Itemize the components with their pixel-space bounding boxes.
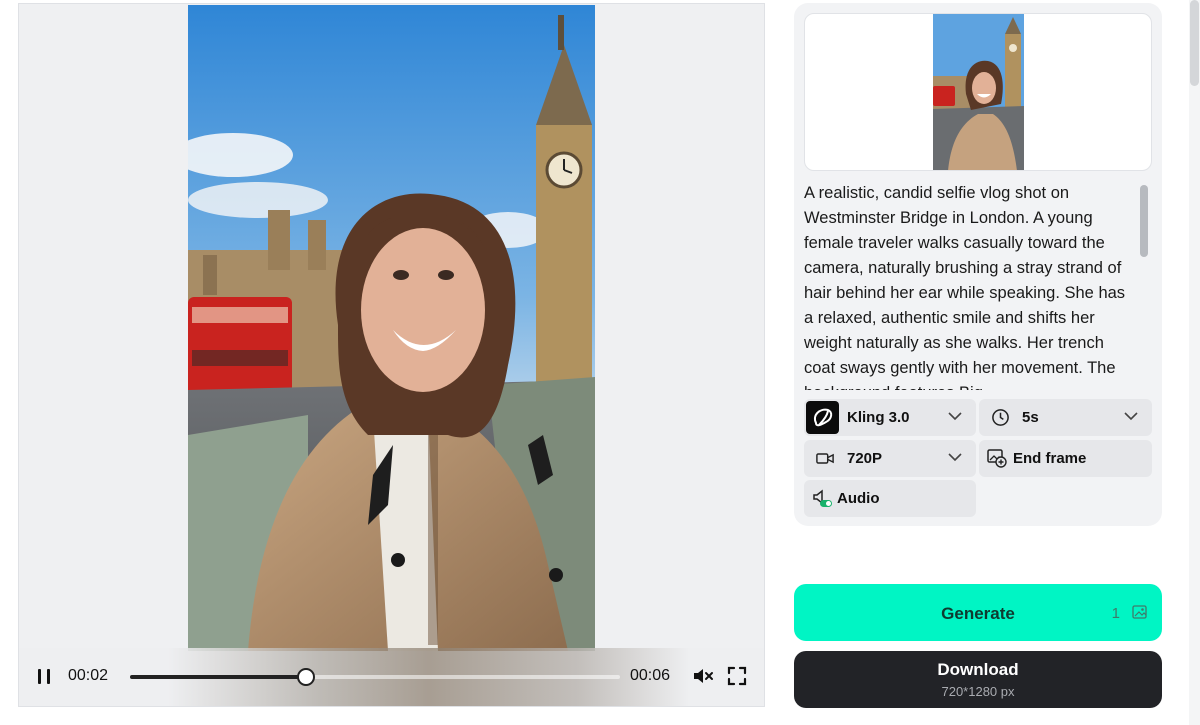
end-frame-label: End frame (1013, 450, 1087, 467)
prompt-scrollbar[interactable] (1140, 185, 1148, 390)
download-button[interactable]: Download 720*1280 px (794, 651, 1162, 708)
video-camera-icon (816, 453, 834, 464)
resolution-label: 720P (847, 450, 883, 467)
video-player[interactable]: 00:02 00:06 (18, 3, 765, 707)
model-select[interactable]: Kling 3.0 (804, 399, 976, 436)
end-frame-button[interactable]: End frame (979, 440, 1152, 477)
duration-time: 00:06 (630, 667, 671, 684)
reference-image-thumbnail[interactable] (933, 14, 1024, 171)
kling-logo-icon (806, 401, 839, 434)
clock-icon (992, 409, 1009, 426)
generate-button[interactable]: Generate 1 (794, 584, 1162, 641)
download-label: Download (937, 660, 1019, 679)
video-frame[interactable] (188, 5, 595, 651)
chevron-down-icon (1124, 412, 1138, 421)
pause-icon[interactable] (35, 668, 53, 686)
image-add-icon (987, 449, 1007, 468)
progress-thumb[interactable] (297, 668, 316, 686)
prompt-textarea[interactable]: A realistic, candid selfie vlog shot on … (804, 181, 1150, 390)
prompt-text[interactable]: A realistic, candid selfie vlog shot on … (804, 181, 1130, 390)
chevron-down-icon (948, 453, 962, 462)
current-time: 00:02 (68, 667, 109, 684)
page-scrollbar[interactable] (1189, 0, 1200, 725)
audio-toggle-icon (813, 489, 832, 507)
reference-image-card[interactable] (804, 13, 1152, 171)
download-size: 720*1280 px (941, 684, 1015, 699)
duration-select[interactable]: 5s (979, 399, 1152, 436)
page-scrollbar-thumb[interactable] (1190, 0, 1199, 86)
generate-label: Generate (941, 604, 1015, 623)
audio-label: Audio (837, 490, 880, 507)
generation-panel: A realistic, candid selfie vlog shot on … (794, 3, 1162, 526)
credit-image-icon (1132, 605, 1147, 619)
duration-label: 5s (1022, 409, 1039, 426)
player-controls: 00:02 00:06 (19, 648, 764, 706)
chevron-down-icon (948, 412, 962, 421)
credit-count: 1 (1111, 605, 1120, 622)
prompt-scrollbar-thumb[interactable] (1140, 185, 1148, 257)
progress-slider[interactable] (130, 668, 620, 686)
resolution-select[interactable]: 720P (804, 440, 976, 477)
progress-fill (130, 675, 307, 679)
audio-toggle[interactable]: Audio (804, 480, 976, 517)
fullscreen-icon[interactable] (725, 664, 749, 688)
model-label: Kling 3.0 (847, 409, 910, 426)
muted-speaker-icon[interactable] (691, 664, 715, 688)
video-scene-image (188, 5, 595, 651)
